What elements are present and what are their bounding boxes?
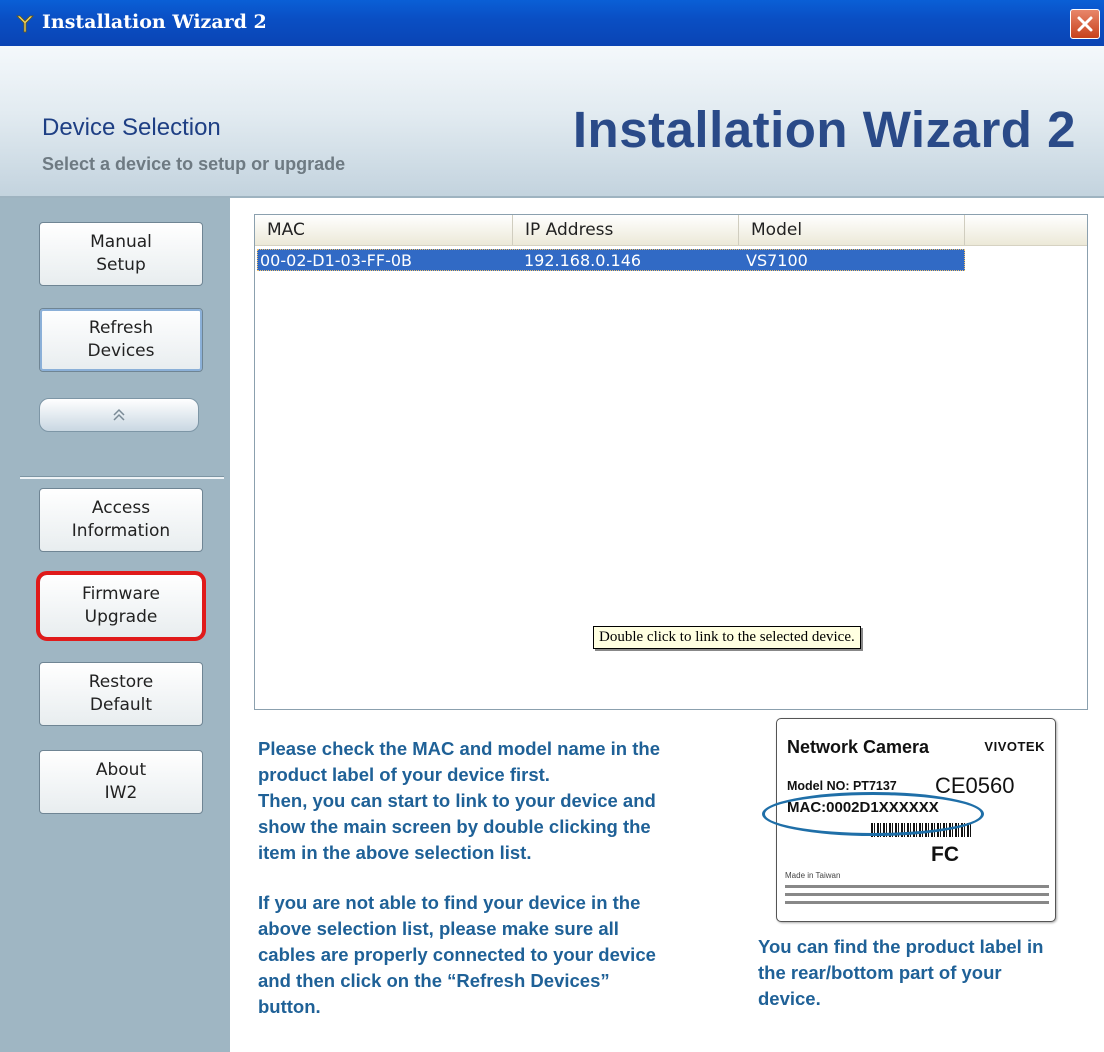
label-made-in: Made in Taiwan: [785, 871, 841, 880]
access-information-label: Access Information: [71, 498, 171, 541]
help-paragraph-2: If you are not able to find your device …: [258, 892, 656, 1017]
list-header: MAC IP Address Model: [255, 215, 1087, 246]
brand-title: Installation Wizard 2: [572, 101, 1076, 158]
refresh-devices-label: Refresh Devices: [87, 318, 155, 361]
about-iw2-button[interactable]: About IW2: [39, 750, 203, 814]
page-title: Device Selection: [42, 114, 221, 141]
sidebar: Manual Setup Refresh Devices Access Info…: [0, 198, 230, 1052]
fine-print: [785, 893, 1049, 896]
page-subtitle: Select a device to setup or upgrade: [42, 154, 346, 174]
about-iw2-label: About IW2: [95, 760, 147, 803]
window-title: Installation Wizard 2: [42, 11, 267, 33]
column-header-ip[interactable]: IP Address: [513, 215, 739, 245]
double-chevron-up-icon: [113, 408, 125, 421]
ce-mark: CE0560: [935, 773, 1015, 798]
refresh-devices-button[interactable]: Refresh Devices: [39, 308, 203, 372]
column-header-mac[interactable]: MAC: [255, 215, 513, 245]
access-information-button[interactable]: Access Information: [39, 488, 203, 552]
help-paragraph-1: Please check the MAC and model name in t…: [258, 738, 660, 863]
vivotek-logo: VIVOTEK: [984, 739, 1045, 754]
fine-print: [785, 901, 1049, 904]
label-title: Network Camera: [787, 737, 930, 757]
tooltip: Double click to link to the selected dev…: [593, 626, 861, 649]
label-model: Model NO: PT7137: [787, 779, 897, 793]
help-text: Please check the MAC and model name in t…: [258, 736, 748, 1020]
cell-model: VS7100: [746, 251, 808, 270]
app-icon: [16, 15, 34, 33]
header-banner: Device Selection Select a device to setu…: [0, 46, 1104, 198]
column-header-model[interactable]: Model: [739, 215, 965, 245]
firmware-upgrade-button[interactable]: Firmware Upgrade: [36, 571, 206, 641]
close-icon: [1077, 16, 1093, 32]
manual-setup-label: Manual Setup: [90, 232, 152, 275]
close-button[interactable]: [1070, 9, 1100, 39]
cell-mac: 00-02-D1-03-FF-0B: [260, 251, 413, 270]
table-row[interactable]: 00-02-D1-03-FF-0B 192.168.0.146 VS7100: [257, 249, 965, 271]
mac-highlight-oval: [762, 792, 984, 836]
manual-setup-button[interactable]: Manual Setup: [39, 222, 203, 286]
firmware-upgrade-label: Firmware Upgrade: [82, 584, 160, 627]
restore-default-label: Restore Default: [88, 672, 154, 715]
sidebar-divider: [20, 476, 224, 479]
title-bar: Installation Wizard 2: [0, 0, 1104, 46]
fcc-mark: FC: [931, 843, 959, 866]
fine-print: [785, 885, 1049, 888]
cell-ip: 192.168.0.146: [524, 251, 642, 270]
collapse-button[interactable]: [39, 398, 199, 432]
find-label-text: You can find the product label in the re…: [758, 936, 1044, 1009]
restore-default-button[interactable]: Restore Default: [39, 662, 203, 726]
